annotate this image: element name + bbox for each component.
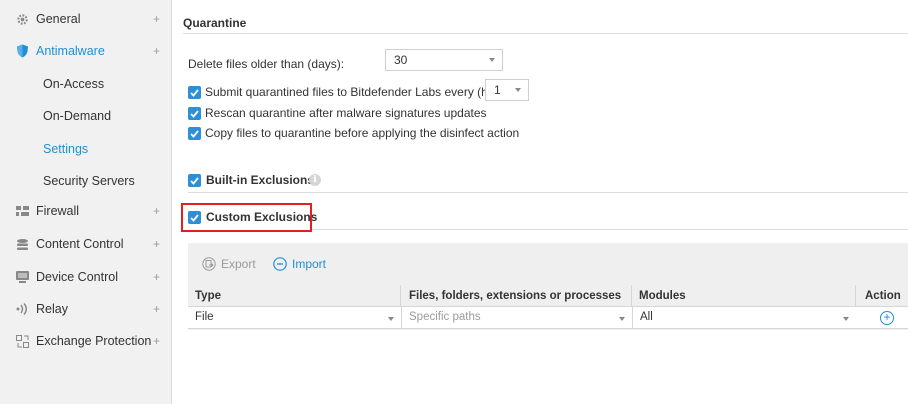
sidebar-item-device-control[interactable]: Device Control +: [0, 261, 172, 293]
sidebar-item-label: On-Demand: [43, 109, 112, 123]
builtin-exclusions-checkbox[interactable]: [188, 174, 201, 187]
gear-icon: [15, 12, 29, 26]
column-divider: [400, 285, 401, 307]
copy-checkbox[interactable]: [188, 127, 201, 140]
rescan-checkbox[interactable]: [188, 107, 201, 120]
export-button[interactable]: Export: [202, 257, 256, 271]
chevron-down-icon: [843, 317, 849, 321]
expand-icon[interactable]: +: [153, 204, 160, 218]
main-panel: Quarantine Delete files older than (days…: [172, 0, 908, 404]
highlight-box: [181, 203, 312, 232]
sidebar-item-label: Antimalware: [36, 44, 105, 58]
add-exclusion-icon[interactable]: +: [880, 311, 894, 325]
sidebar-item-general[interactable]: General +: [0, 3, 172, 35]
device-control-icon: [15, 270, 29, 284]
sidebar-item-label: On-Access: [43, 77, 105, 91]
submit-hours-value: 1: [494, 83, 501, 97]
sidebar-item-security-servers[interactable]: Security Servers: [0, 165, 172, 197]
expand-icon[interactable]: +: [153, 237, 160, 251]
expand-icon[interactable]: +: [153, 334, 160, 348]
table-body: [188, 330, 908, 401]
submit-hours-select[interactable]: 1: [485, 79, 529, 101]
delete-days-value: 30: [394, 53, 408, 67]
chevron-down-icon: [619, 317, 625, 321]
chevron-down-icon: [388, 317, 394, 321]
shield-icon: [15, 44, 29, 58]
export-label: Export: [221, 257, 256, 271]
check-icon: [190, 129, 199, 138]
sidebar-item-relay[interactable]: Relay +: [0, 293, 172, 325]
divider: [188, 192, 908, 193]
table-header: Type Files, folders, extensions or proce…: [188, 285, 908, 307]
submit-label: Submit quarantined files to Bitdefender …: [205, 85, 516, 99]
sidebar: General + Antimalware + On-Access On-Dem…: [0, 0, 172, 404]
divider: [312, 229, 908, 230]
column-header-paths: Files, folders, extensions or processes: [409, 290, 622, 302]
content-control-icon: [15, 237, 29, 251]
firewall-icon: [15, 204, 29, 218]
column-header-action: Action: [865, 290, 901, 302]
chevron-down-icon: [515, 88, 521, 92]
sidebar-item-label: Security Servers: [43, 174, 135, 188]
column-header-modules: Modules: [639, 290, 686, 302]
import-button[interactable]: Import: [273, 257, 326, 271]
quarantine-title: Quarantine: [183, 16, 247, 30]
exclusions-table: Type Files, folders, extensions or proce…: [188, 285, 908, 401]
divider: [183, 33, 908, 34]
import-label: Import: [292, 257, 327, 271]
chevron-down-icon: [489, 58, 495, 62]
expand-icon[interactable]: +: [153, 12, 160, 26]
delete-files-label: Delete files older than (days):: [188, 57, 345, 71]
sidebar-item-on-demand[interactable]: On-Demand: [0, 100, 172, 132]
builtin-exclusions-title: Built-in Exclusions: [206, 173, 315, 187]
modules-value: All: [640, 311, 653, 323]
exchange-icon: [15, 334, 29, 348]
table-row: File Specific paths All +: [188, 307, 908, 329]
sidebar-item-label: General: [36, 12, 81, 26]
sidebar-item-label: Exchange Protection: [36, 334, 152, 348]
import-icon: [273, 257, 287, 271]
sidebar-item-label: Firewall: [36, 204, 80, 218]
column-divider: [631, 285, 632, 307]
submit-checkbox[interactable]: [188, 86, 201, 99]
sidebar-item-on-access[interactable]: On-Access: [0, 68, 172, 100]
check-icon: [190, 88, 199, 97]
copy-label: Copy files to quarantine before applying…: [205, 126, 520, 140]
type-value: File: [195, 311, 214, 323]
paths-select[interactable]: Specific paths: [401, 307, 631, 329]
info-icon[interactable]: i: [309, 174, 321, 186]
expand-icon[interactable]: +: [153, 270, 160, 284]
modules-select[interactable]: All: [632, 307, 855, 329]
sidebar-item-label: Settings: [43, 142, 89, 156]
check-icon: [190, 109, 199, 118]
paths-placeholder: Specific paths: [409, 311, 481, 323]
delete-days-select[interactable]: 30: [385, 49, 503, 71]
expand-icon[interactable]: +: [153, 44, 160, 58]
sidebar-item-firewall[interactable]: Firewall +: [0, 195, 172, 227]
column-divider: [855, 285, 856, 307]
type-select[interactable]: File: [188, 307, 400, 329]
column-header-type: Type: [195, 290, 221, 302]
sidebar-item-label: Content Control: [36, 237, 124, 251]
export-icon: [202, 257, 216, 271]
sidebar-item-label: Relay: [36, 302, 68, 316]
sidebar-item-antimalware[interactable]: Antimalware +: [0, 35, 172, 67]
exclusions-panel: Export Import Type Files, folders, exten…: [188, 243, 908, 401]
check-icon: [190, 176, 199, 185]
sidebar-item-label: Device Control: [36, 270, 118, 284]
relay-icon: [15, 302, 29, 316]
rescan-label: Rescan quarantine after malware signatur…: [205, 106, 487, 120]
expand-icon[interactable]: +: [153, 302, 160, 316]
sidebar-item-content-control[interactable]: Content Control +: [0, 228, 172, 260]
sidebar-item-settings[interactable]: Settings: [0, 133, 172, 165]
sidebar-item-exchange-protection[interactable]: Exchange Protection +: [0, 325, 172, 357]
